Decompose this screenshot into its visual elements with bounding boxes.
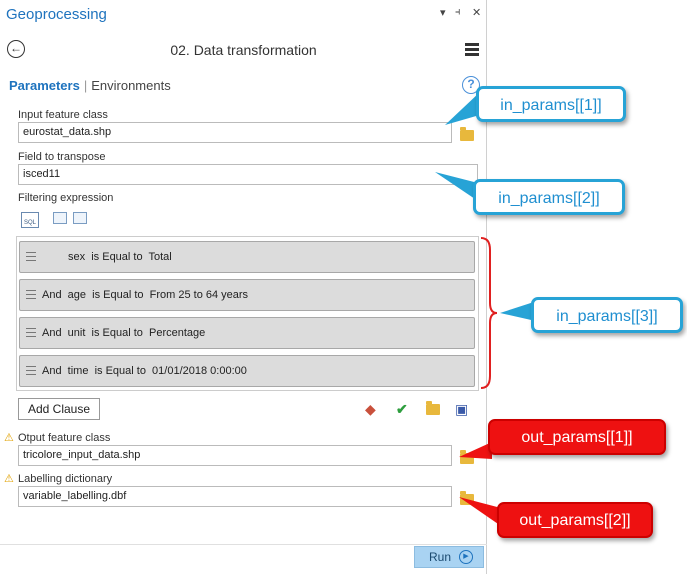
field-to-transpose-input[interactable]: isced11 [18, 164, 478, 185]
output-feature-class-label: Otput feature class [18, 432, 111, 444]
clause-row[interactable]: And age is Equal to From 25 to 64 years [19, 279, 475, 311]
tool-title: 02. Data transformation [170, 42, 317, 58]
pane-titlebar: Geoprocessing ▾ ⫞ ✕ [0, 0, 487, 30]
pane-title: Geoprocessing [6, 6, 107, 23]
field-to-transpose-label: Field to transpose [18, 151, 106, 163]
callout-in-params-1: in_params[[1]] [476, 86, 626, 122]
tab-parameters[interactable]: Parameters [9, 78, 80, 93]
eraser-icon[interactable]: ◆ [365, 401, 376, 418]
browse-folder-icon[interactable] [460, 127, 474, 141]
run-button[interactable]: Run ▶ [414, 546, 484, 568]
clause-text: And time is Equal to 01/01/2018 0:00:00 [42, 365, 247, 377]
tool-header: ← 02. Data transformation [0, 34, 487, 66]
tab-bar: Parameters | Environments [9, 78, 171, 93]
pin-icon[interactable]: ⫞ [455, 6, 461, 19]
clause-text: And unit is Equal to Percentage [42, 327, 206, 339]
clause-row[interactable]: And unit is Equal to Percentage [19, 317, 475, 349]
load-expression-folder-icon[interactable] [426, 401, 440, 415]
clause-row[interactable]: sex is Equal to Total [19, 241, 475, 273]
clause-text: And age is Equal to From 25 to 64 years [42, 289, 249, 301]
tab-environments[interactable]: Environments [91, 78, 170, 93]
save-disk-icon[interactable]: ▣ [455, 401, 468, 418]
labelling-dictionary-label: Labelling dictionary [18, 473, 113, 485]
close-icon[interactable]: ✕ [472, 6, 481, 19]
filtering-expression-label: Filtering expression [18, 192, 114, 204]
callout-in-params-3: in_params[[3]] [531, 297, 683, 333]
tab-separator: | [83, 78, 88, 93]
screenshot-root: Geoprocessing ▾ ⫞ ✕ ← 02. Data transform… [0, 0, 687, 574]
indent-icon[interactable] [73, 212, 87, 224]
warning-icon: ⚠ [4, 432, 14, 444]
editor-mode-icon[interactable] [53, 212, 67, 224]
clause-row[interactable]: And time is Equal to 01/01/2018 0:00:00 [19, 355, 475, 387]
warning-icon: ⚠ [4, 473, 14, 485]
geoprocessing-pane: Geoprocessing ▾ ⫞ ✕ ← 02. Data transform… [0, 0, 487, 574]
drag-handle-icon[interactable] [26, 290, 36, 302]
callout-out-params-2: out_params[[2]] [497, 502, 653, 538]
drag-handle-icon[interactable] [26, 328, 36, 340]
clause-text: sex is Equal to Total [68, 251, 172, 263]
drag-handle-icon[interactable] [26, 252, 36, 264]
callout-in-params-2: in_params[[2]] [473, 179, 625, 215]
labelling-dictionary-field[interactable]: variable_labelling.dbf [18, 486, 452, 507]
menu-icon[interactable] [465, 43, 479, 58]
dropdown-icon[interactable]: ▾ [440, 6, 446, 19]
input-feature-class-field[interactable]: eurostat_data.shp [18, 122, 452, 143]
output-feature-class-field[interactable]: tricolore_input_data.shp [18, 445, 452, 466]
play-icon: ▶ [459, 550, 473, 564]
callout-out-params-1: out_params[[1]] [488, 419, 666, 455]
browse-folder-icon[interactable] [460, 491, 474, 505]
sql-mode-icon[interactable]: SQL [21, 212, 39, 228]
drag-handle-icon[interactable] [26, 366, 36, 378]
run-label: Run [429, 550, 452, 564]
verify-check-icon[interactable]: ✔ [396, 401, 408, 418]
browse-folder-icon[interactable] [460, 450, 474, 464]
input-feature-class-label: Input feature class [18, 109, 108, 121]
add-clause-button[interactable]: Add Clause [18, 398, 100, 420]
